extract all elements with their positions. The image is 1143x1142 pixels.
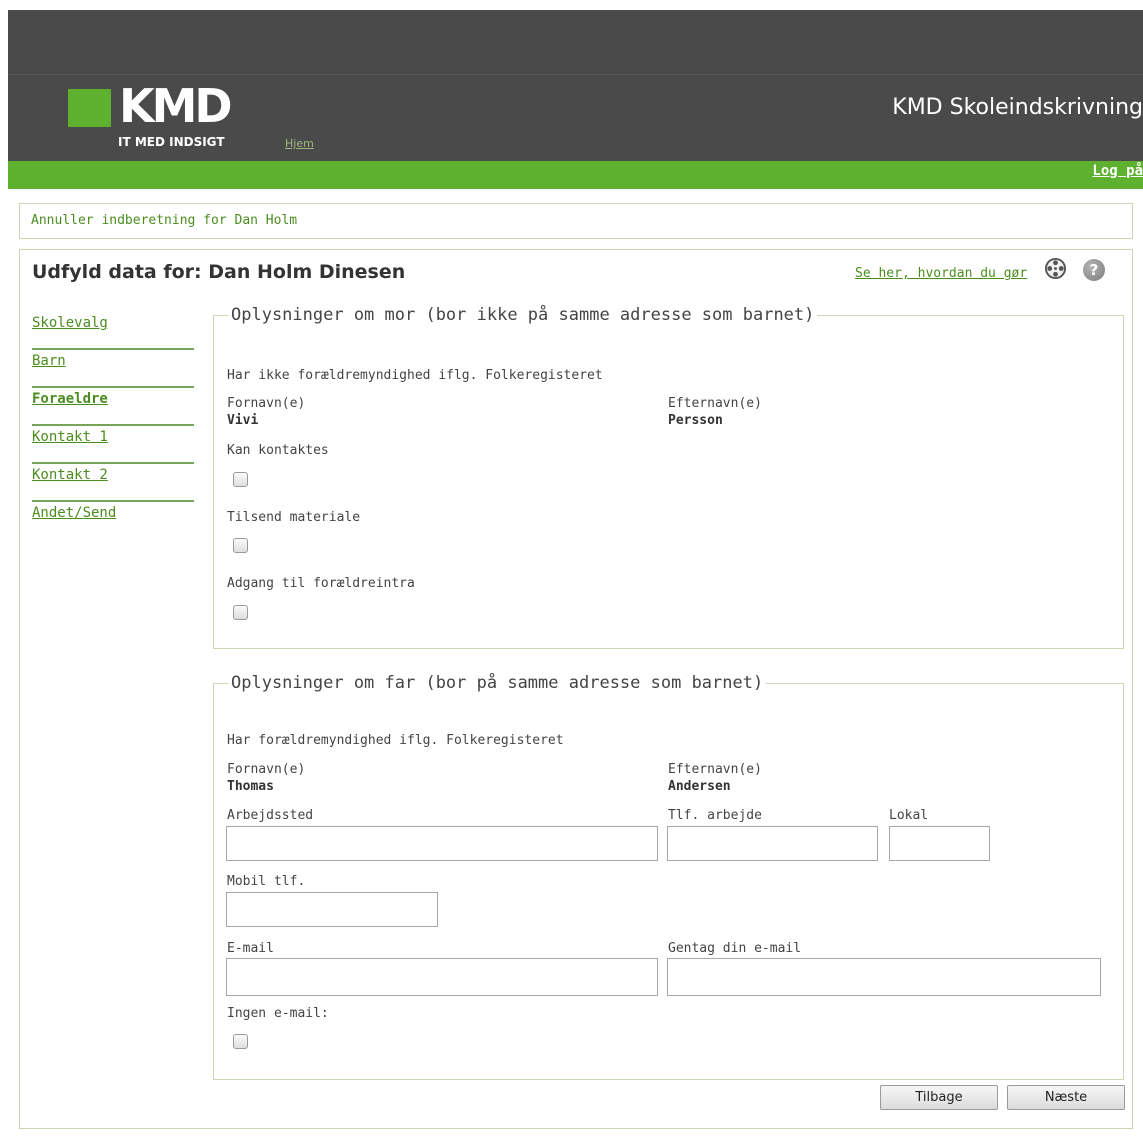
mother-custody-text: Har ikke forældremyndighed iflg. Folkere… — [227, 368, 603, 383]
cancel-report-link[interactable]: Annuller indberetning for Dan Holm — [31, 213, 297, 228]
nav-item-foraeldre[interactable]: Foraeldre — [32, 388, 194, 426]
local-input[interactable] — [889, 826, 990, 861]
nav-item-barn[interactable]: Barn — [32, 350, 194, 388]
side-nav: Skolevalg Barn Foraeldre Kontakt 1 Konta… — [32, 312, 194, 540]
father-lastname-label: Efternavn(e) — [668, 762, 762, 777]
mother-parent-intra-label: Adgang til forældreintra — [227, 576, 415, 591]
mobile-input[interactable] — [226, 892, 438, 927]
father-custody-text: Har forældremyndighed iflg. Folkeregiste… — [227, 733, 564, 748]
next-button[interactable]: Næste — [1007, 1085, 1125, 1110]
no-email-label: Ingen e-mail: — [227, 1006, 329, 1021]
login-link[interactable]: Log på — [1092, 163, 1143, 179]
email-repeat-label: Gentag din e-mail — [668, 941, 802, 956]
cancel-box: Annuller indberetning for Dan Holm — [19, 203, 1133, 239]
help-video-link[interactable]: Se her, hvordan du gør — [855, 266, 1027, 281]
mother-send-material-checkbox[interactable] — [233, 538, 248, 553]
main-panel: Udfyld data for: Dan Holm Dinesen Se her… — [19, 249, 1133, 1129]
email-label: E-mail — [227, 941, 274, 956]
mother-lastname-label: Efternavn(e) — [668, 396, 762, 411]
mother-firstname-label: Fornavn(e) — [227, 396, 306, 411]
home-link[interactable]: Hjem — [285, 137, 314, 150]
logo-tagline: IT MED INDSIGT — [118, 135, 225, 149]
work-phone-input[interactable] — [667, 826, 878, 861]
local-label: Lokal — [889, 808, 929, 823]
nav-item-kontakt-1[interactable]: Kontakt 1 — [32, 426, 194, 464]
father-section-legend: Oplysninger om far (bor på samme adresse… — [231, 673, 764, 693]
father-lastname-value: Andersen — [668, 779, 731, 794]
mother-lastname-value: Persson — [668, 413, 723, 428]
email-input[interactable] — [226, 958, 658, 996]
mother-can-contact-label: Kan kontaktes — [227, 443, 329, 458]
logo-square — [68, 89, 111, 127]
mother-section: Oplysninger om mor (bor ikke på samme ad… — [213, 305, 1124, 649]
mother-can-contact-checkbox[interactable] — [233, 472, 248, 487]
workplace-input[interactable] — [226, 826, 658, 861]
page-title: Udfyld data for: Dan Holm Dinesen — [32, 261, 406, 283]
no-email-checkbox[interactable] — [233, 1034, 248, 1049]
father-firstname-label: Fornavn(e) — [227, 762, 306, 777]
nav-item-andet-send[interactable]: Andet/Send — [32, 502, 194, 540]
mother-section-legend: Oplysninger om mor (bor ikke på samme ad… — [231, 305, 815, 325]
header: KMD IT MED INDSIGT Hjem KMD Skoleindskri… — [8, 74, 1143, 162]
mobile-label: Mobil tlf. — [227, 874, 306, 889]
work-phone-label: Tlf. arbejde — [668, 808, 762, 823]
email-repeat-input[interactable] — [667, 958, 1101, 996]
mother-send-material-label: Tilsend materiale — [227, 510, 361, 525]
back-button[interactable]: Tilbage — [880, 1085, 998, 1110]
nav-item-skolevalg[interactable]: Skolevalg — [32, 312, 194, 350]
help-icon[interactable]: ? — [1083, 259, 1105, 281]
workplace-label: Arbejdssted — [227, 808, 314, 823]
top-bar — [8, 10, 1143, 74]
app-title: KMD Skoleindskrivning — [892, 95, 1143, 120]
nav-item-kontakt-2[interactable]: Kontakt 2 — [32, 464, 194, 502]
mother-parent-intra-checkbox[interactable] — [233, 605, 248, 620]
film-reel-icon[interactable] — [1044, 257, 1067, 280]
logo-text: KMD — [119, 79, 233, 133]
father-firstname-value: Thomas — [227, 779, 274, 794]
green-bar: Log på — [8, 161, 1143, 189]
mother-firstname-value: Vivi — [227, 413, 259, 428]
